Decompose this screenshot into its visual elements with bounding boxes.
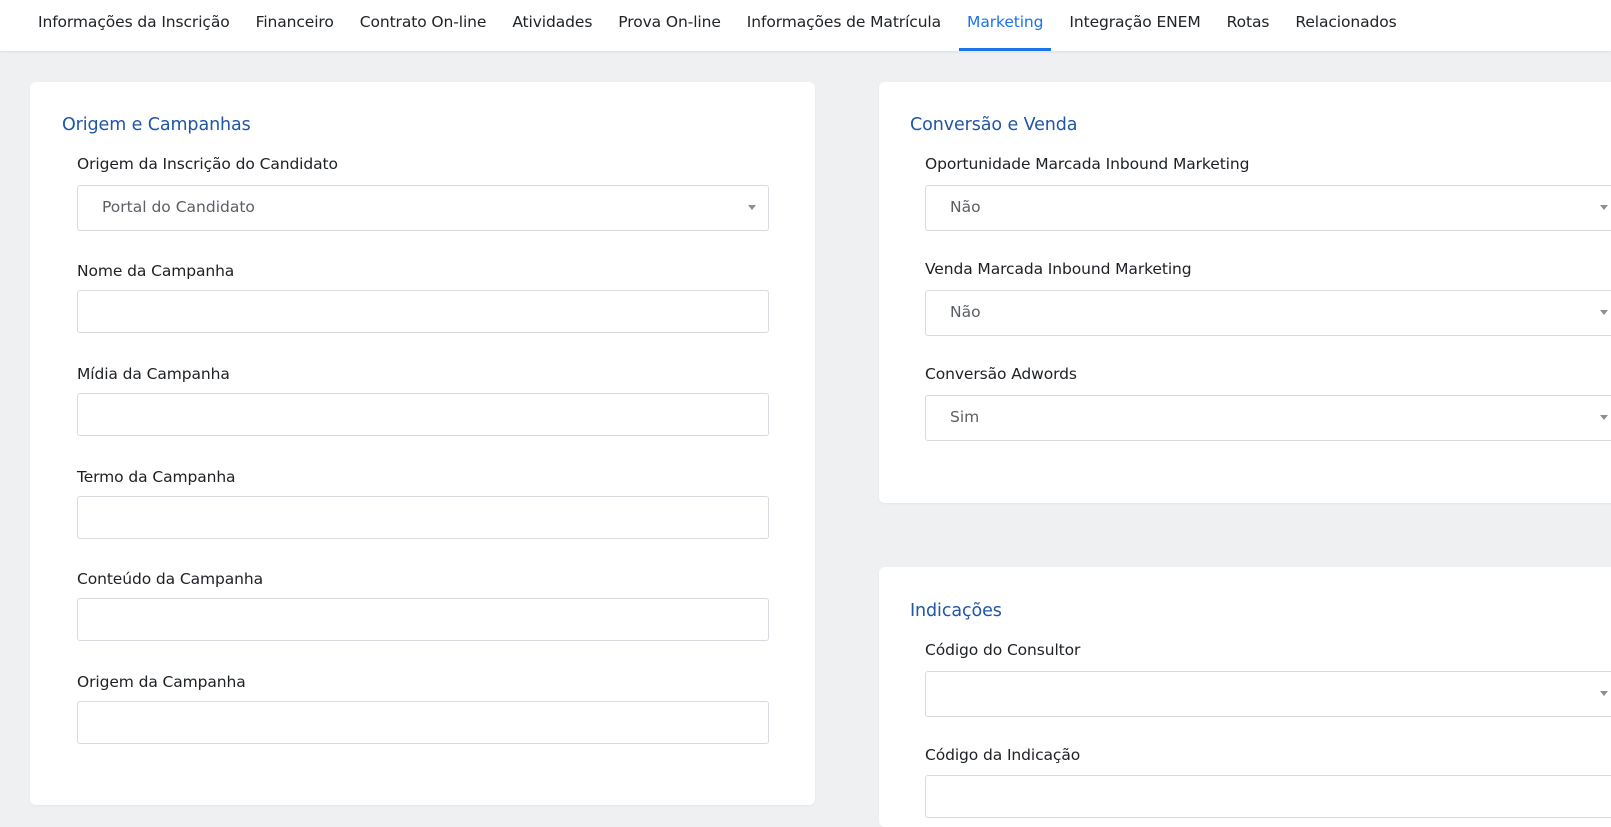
tab-bar: Informações da Inscrição Financeiro Cont… [0,0,1611,51]
tab-prova-online[interactable]: Prova On-line [610,0,728,51]
tab-rotas[interactable]: Rotas [1219,0,1278,51]
tab-marketing[interactable]: Marketing [959,0,1052,51]
chevron-down-icon [1600,205,1608,210]
origem-inscricao-value: Portal do Candidato [102,198,255,216]
midia-campanha-label: Mídia da Campanha [77,365,230,383]
origem-inscricao-select[interactable]: Portal do Candidato [77,185,769,231]
oportunidade-inbound-value: Não [950,198,981,216]
codigo-indicacao-label: Código da Indicação [925,746,1081,764]
conteudo-campanha-label: Conteúdo da Campanha [77,570,263,588]
codigo-consultor-select[interactable] [925,671,1611,717]
conteudo-campanha-input[interactable] [77,598,769,641]
origem-campanha-input[interactable] [77,701,769,744]
chevron-down-icon [1600,310,1608,315]
chevron-down-icon [748,205,756,210]
oportunidade-inbound-select[interactable]: Não [925,185,1611,231]
tab-informacoes-inscricao[interactable]: Informações da Inscrição [30,0,238,51]
tab-informacoes-matricula[interactable]: Informações de Matrícula [739,0,949,51]
tab-financeiro[interactable]: Financeiro [248,0,342,51]
codigo-consultor-label: Código do Consultor [925,641,1081,659]
venda-inbound-label: Venda Marcada Inbound Marketing [925,260,1192,278]
conversao-venda-card: Conversão e Venda Oportunidade Marcada I… [879,82,1611,503]
tab-atividades[interactable]: Atividades [504,0,600,51]
origem-campanha-label: Origem da Campanha [77,673,246,691]
codigo-indicacao-input[interactable] [925,775,1611,818]
venda-inbound-select[interactable]: Não [925,290,1611,336]
conversao-adwords-label: Conversão Adwords [925,365,1077,383]
termo-campanha-label: Termo da Campanha [77,468,236,486]
venda-inbound-value: Não [950,303,981,321]
oportunidade-inbound-label: Oportunidade Marcada Inbound Marketing [925,155,1250,173]
indicacoes-title: Indicações [910,601,1002,621]
origem-campanhas-title: Origem e Campanhas [62,115,251,135]
midia-campanha-input[interactable] [77,393,769,436]
tab-relacionados[interactable]: Relacionados [1287,0,1404,51]
conversao-adwords-value: Sim [950,408,980,426]
chevron-down-icon [1600,415,1608,420]
tab-contrato-online[interactable]: Contrato On-line [352,0,495,51]
termo-campanha-input[interactable] [77,496,769,539]
indicacoes-card: Indicações Código do Consultor Código da… [879,567,1611,827]
origem-inscricao-label: Origem da Inscrição do Candidato [77,155,338,173]
chevron-down-icon [1600,691,1608,696]
conversao-adwords-select[interactable]: Sim [925,395,1611,441]
nome-campanha-label: Nome da Campanha [77,262,235,280]
nome-campanha-input[interactable] [77,290,769,333]
conversao-venda-title: Conversão e Venda [910,115,1078,135]
origem-campanhas-card: Origem e Campanhas Origem da Inscrição d… [30,82,815,805]
tab-integracao-enem[interactable]: Integração ENEM [1061,0,1208,51]
